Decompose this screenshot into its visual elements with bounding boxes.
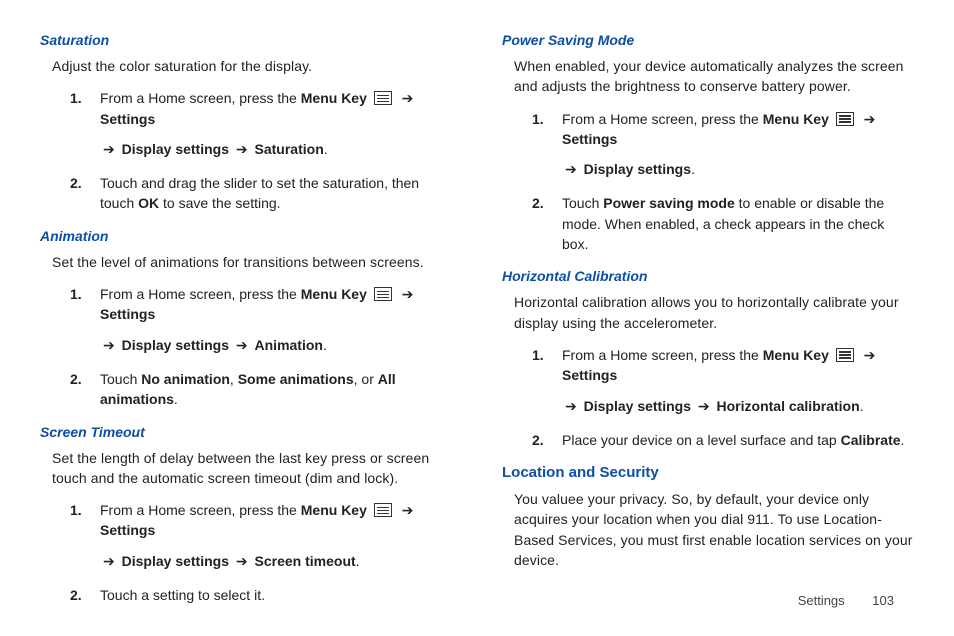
menu-key-label: Menu Key (301, 286, 367, 302)
arrow-icon: ➔ (236, 141, 248, 157)
settings-label: Settings (100, 111, 155, 127)
target-label: Screen timeout (255, 553, 356, 569)
breadcrumb-line: ➔ Display settings ➔ Saturation. (100, 139, 452, 159)
steps-horizontal-calibration: From a Home screen, press the Menu Key ➔… (542, 345, 914, 450)
step-2: Place your device on a level surface and… (542, 430, 914, 450)
menu-key-icon (374, 287, 392, 301)
text: From a Home screen, press the (100, 502, 301, 518)
text: From a Home screen, press the (562, 111, 763, 127)
steps-power-saving: From a Home screen, press the Menu Key ➔… (542, 109, 914, 255)
step-1: From a Home screen, press the Menu Key ➔… (80, 284, 452, 355)
settings-label: Settings (100, 306, 155, 322)
text: to save the setting. (159, 195, 280, 211)
menu-key-label: Menu Key (301, 502, 367, 518)
intro-location-security: You valuee your privacy. So, by default,… (514, 489, 914, 570)
display-settings-label: Display settings (584, 398, 691, 414)
breadcrumb-line: ➔ Display settings ➔ Screen timeout. (100, 551, 452, 571)
menu-key-label: Menu Key (301, 90, 367, 106)
some-animations-label: Some animations (238, 371, 354, 387)
page-number: 103 (872, 593, 894, 608)
menu-key-label: Menu Key (763, 111, 829, 127)
ok-label: OK (138, 195, 159, 211)
intro-screen-timeout: Set the length of delay between the last… (52, 448, 452, 489)
left-column: Saturation Adjust the color saturation f… (40, 30, 452, 619)
step-2: Touch a setting to select it. (80, 585, 452, 605)
arrow-icon: ➔ (402, 90, 414, 106)
arrow-icon: ➔ (565, 398, 577, 414)
arrow-icon: ➔ (698, 398, 710, 414)
menu-key-icon (836, 112, 854, 126)
arrow-icon: ➔ (402, 502, 414, 518)
power-saving-mode-label: Power saving mode (603, 195, 734, 211)
intro-animation: Set the level of animations for transiti… (52, 252, 452, 272)
arrow-icon: ➔ (103, 337, 115, 353)
settings-label: Settings (562, 131, 617, 147)
right-column: Power Saving Mode When enabled, your dev… (502, 30, 914, 619)
target-label: Horizontal calibration (717, 398, 860, 414)
footer-section: Settings (798, 593, 845, 608)
step-2: Touch Power saving mode to enable or dis… (542, 193, 914, 254)
page-footer: Settings 103 (798, 593, 894, 608)
heading-horizontal-calibration: Horizontal Calibration (502, 268, 914, 284)
step-1: From a Home screen, press the Menu Key ➔… (80, 88, 452, 159)
text: From a Home screen, press the (562, 347, 763, 363)
step-1: From a Home screen, press the Menu Key ➔… (542, 109, 914, 180)
step-1: From a Home screen, press the Menu Key ➔… (80, 500, 452, 571)
menu-key-label: Menu Key (763, 347, 829, 363)
text: Place your device on a level surface and… (562, 432, 841, 448)
arrow-icon: ➔ (864, 347, 876, 363)
step-2: Touch No animation, Some animations, or … (80, 369, 452, 410)
text: Touch (562, 195, 603, 211)
intro-horizontal-calibration: Horizontal calibration allows you to hor… (514, 292, 914, 333)
breadcrumb-line: ➔ Display settings ➔ Animation. (100, 335, 452, 355)
page-columns: Saturation Adjust the color saturation f… (40, 30, 914, 619)
heading-animation: Animation (40, 228, 452, 244)
display-settings-label: Display settings (122, 141, 229, 157)
steps-screen-timeout: From a Home screen, press the Menu Key ➔… (80, 500, 452, 605)
target-label: Animation (255, 337, 323, 353)
calibrate-label: Calibrate (841, 432, 901, 448)
arrow-icon: ➔ (565, 161, 577, 177)
breadcrumb-line: ➔ Display settings. (562, 159, 914, 179)
arrow-icon: ➔ (402, 286, 414, 302)
heading-saturation: Saturation (40, 32, 452, 48)
text: . (174, 391, 178, 407)
heading-power-saving: Power Saving Mode (502, 32, 914, 48)
display-settings-label: Display settings (584, 161, 691, 177)
intro-power-saving: When enabled, your device automatically … (514, 56, 914, 97)
steps-animation: From a Home screen, press the Menu Key ➔… (80, 284, 452, 409)
menu-key-icon (374, 91, 392, 105)
text: , (230, 371, 238, 387)
breadcrumb-line: ➔ Display settings ➔ Horizontal calibrat… (562, 396, 914, 416)
target-label: Saturation (255, 141, 324, 157)
arrow-icon: ➔ (864, 111, 876, 127)
display-settings-label: Display settings (122, 553, 229, 569)
arrow-icon: ➔ (103, 553, 115, 569)
text: From a Home screen, press the (100, 90, 301, 106)
text: . (901, 432, 905, 448)
display-settings-label: Display settings (122, 337, 229, 353)
menu-key-icon (836, 348, 854, 362)
step-1: From a Home screen, press the Menu Key ➔… (542, 345, 914, 416)
arrow-icon: ➔ (236, 337, 248, 353)
menu-key-icon (374, 503, 392, 517)
no-animation-label: No animation (141, 371, 230, 387)
text: Touch (100, 371, 141, 387)
step-2: Touch and drag the slider to set the sat… (80, 173, 452, 214)
text: Touch a setting to select it. (100, 587, 265, 603)
intro-saturation: Adjust the color saturation for the disp… (52, 56, 452, 76)
arrow-icon: ➔ (103, 141, 115, 157)
settings-label: Settings (562, 367, 617, 383)
arrow-icon: ➔ (236, 553, 248, 569)
heading-screen-timeout: Screen Timeout (40, 424, 452, 440)
text: , or (354, 371, 378, 387)
settings-label: Settings (100, 522, 155, 538)
text: From a Home screen, press the (100, 286, 301, 302)
heading-location-security: Location and Security (502, 464, 914, 481)
steps-saturation: From a Home screen, press the Menu Key ➔… (80, 88, 452, 213)
